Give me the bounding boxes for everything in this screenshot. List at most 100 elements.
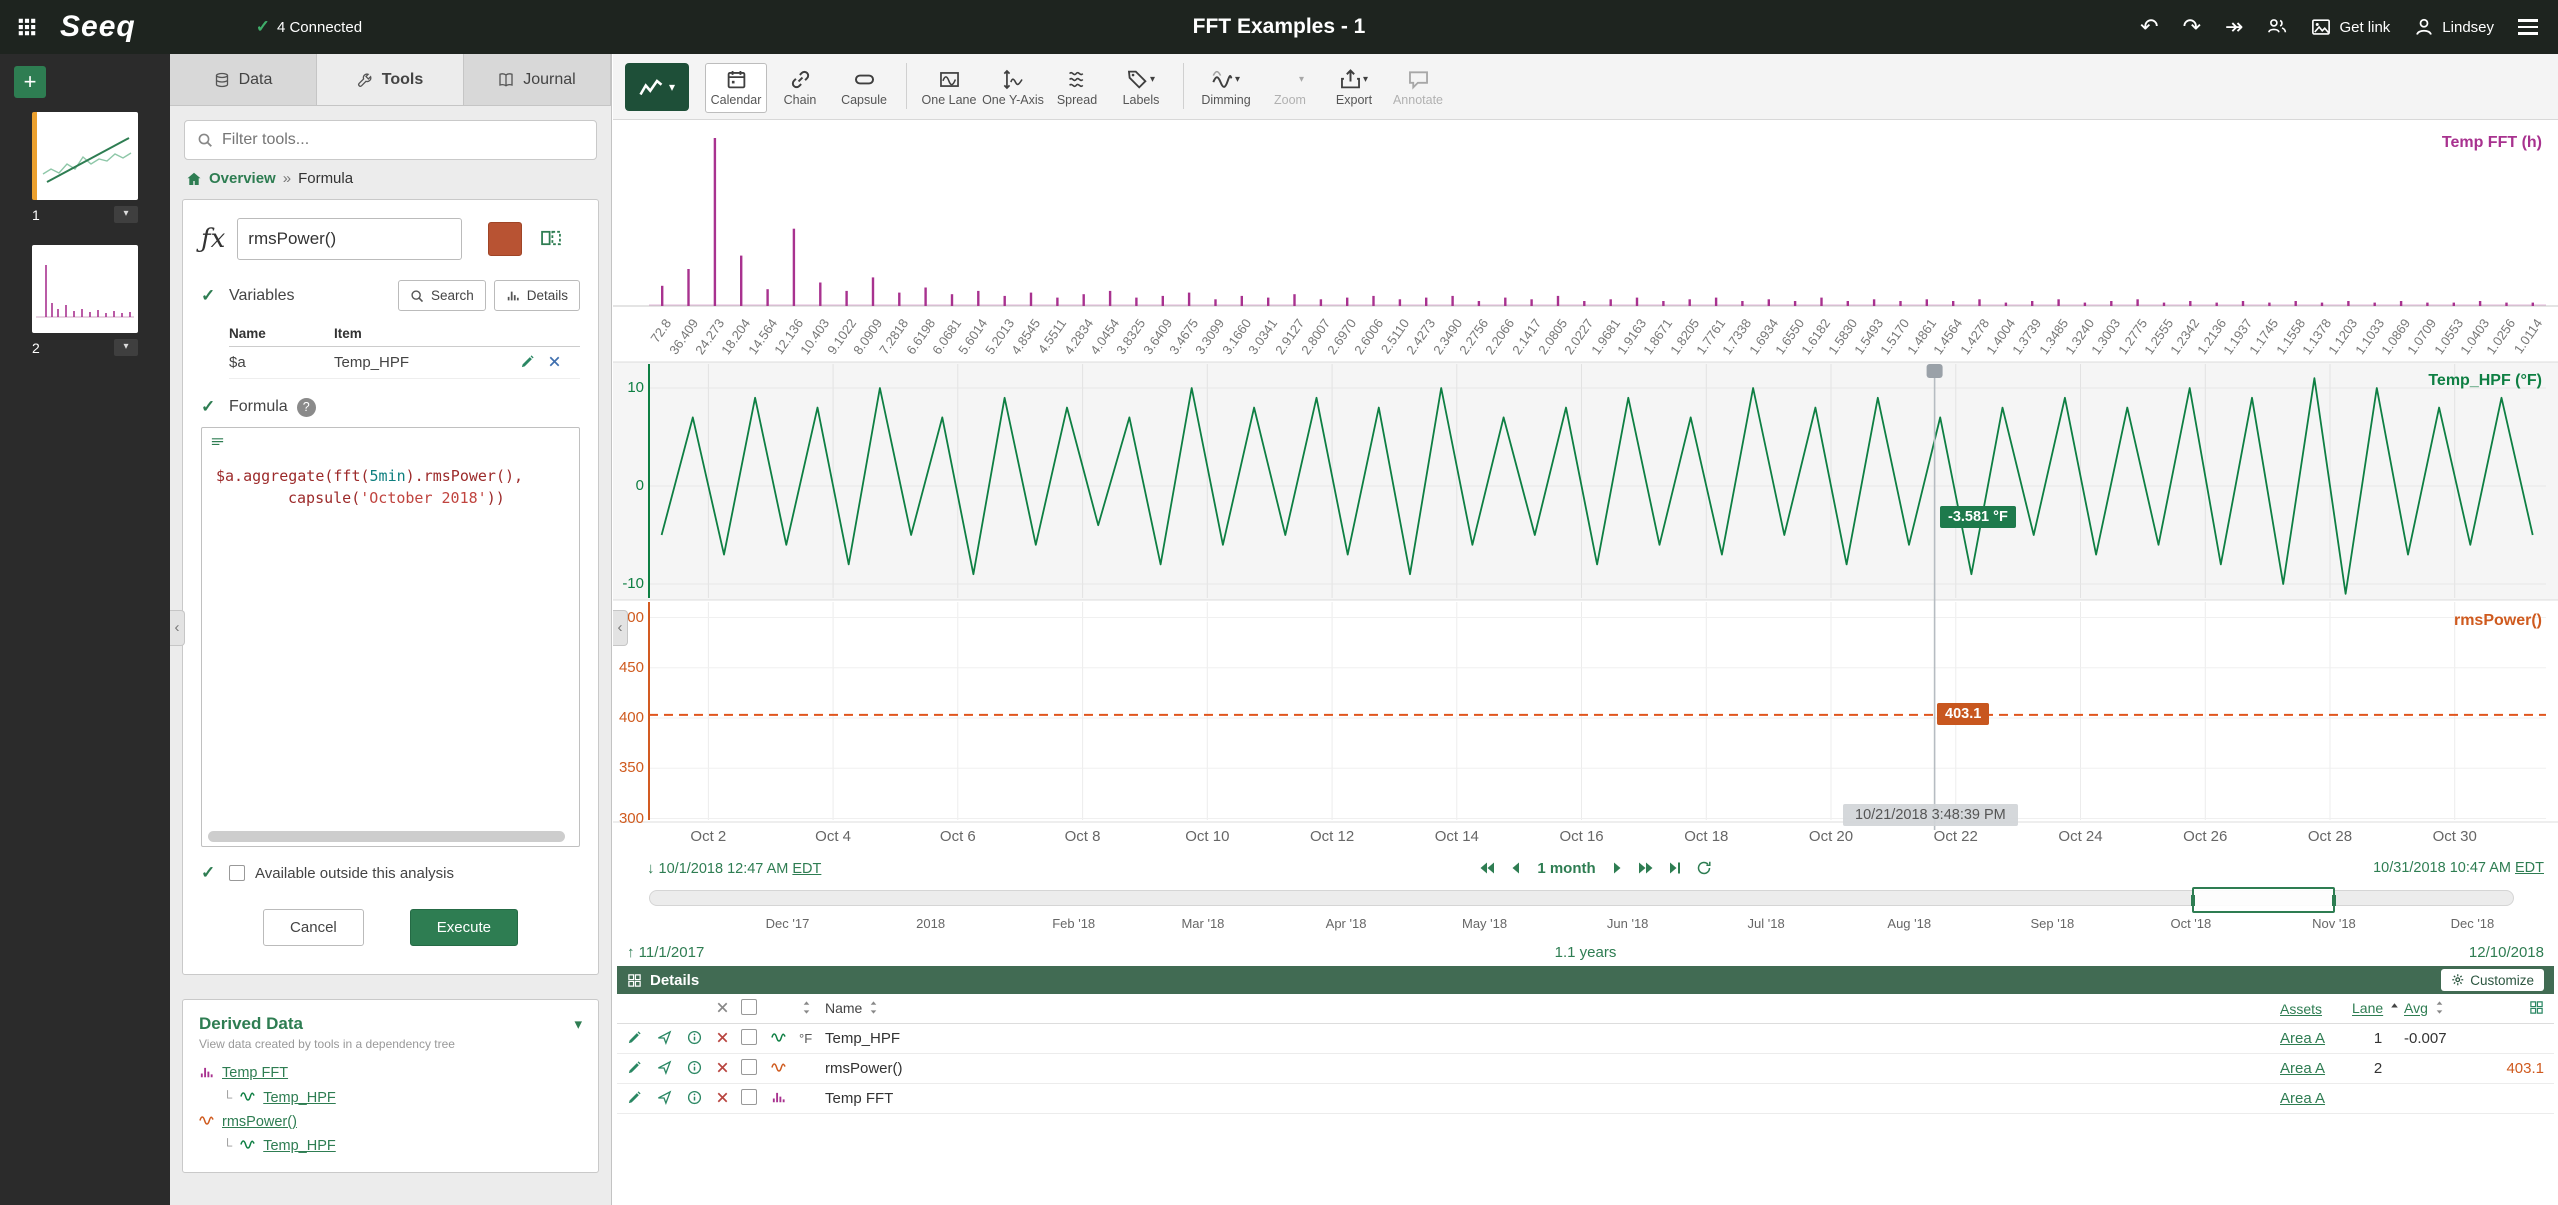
tab-tools[interactable]: Tools bbox=[317, 54, 464, 105]
info-icon[interactable] bbox=[687, 1060, 715, 1077]
item-name: Temp_HPF bbox=[825, 1030, 901, 1047]
color-swatch-button[interactable] bbox=[488, 222, 523, 256]
users-icon[interactable] bbox=[2267, 14, 2287, 40]
editor-scrollbar[interactable] bbox=[208, 831, 565, 843]
remove-all-icon[interactable] bbox=[715, 1000, 741, 1016]
toolbar-button-one-lane[interactable]: One Lane bbox=[918, 63, 980, 113]
chart-canvas[interactable] bbox=[613, 120, 2558, 854]
get-link-button[interactable]: Get link bbox=[2311, 17, 2390, 37]
formula-name-input[interactable] bbox=[237, 218, 463, 260]
asset-link[interactable]: Area A bbox=[2280, 1030, 2352, 1047]
toolbar-button-spread[interactable]: Spread bbox=[1046, 63, 1108, 113]
collapse-caret-icon[interactable]: ▾ bbox=[574, 1015, 582, 1033]
journal-icon bbox=[498, 72, 514, 88]
worksheet-thumbnail-1[interactable] bbox=[32, 112, 138, 200]
toolbar-button-dimming[interactable]: ▾ Dimming bbox=[1195, 63, 1257, 113]
help-icon[interactable]: ? bbox=[296, 397, 316, 417]
sort-icon[interactable] bbox=[799, 1000, 825, 1016]
variables-details-button[interactable]: Details bbox=[493, 280, 580, 311]
chart-icon bbox=[506, 289, 520, 303]
timezone-link[interactable]: EDT bbox=[2515, 860, 2544, 876]
edit-item-icon[interactable] bbox=[627, 1060, 657, 1077]
app-switcher-icon[interactable] bbox=[0, 0, 54, 54]
step-size-button[interactable]: 1 month bbox=[1537, 860, 1595, 877]
toolbar-button-chain[interactable]: Chain bbox=[769, 63, 831, 113]
send-item-icon[interactable] bbox=[657, 1030, 687, 1047]
jump-back-icon[interactable] bbox=[1479, 860, 1495, 876]
variables-search-button[interactable]: Search bbox=[397, 280, 486, 311]
collapse-panel-icon[interactable]: ‹ bbox=[613, 610, 628, 646]
remove-item-icon[interactable] bbox=[715, 1060, 741, 1077]
remove-item-icon[interactable] bbox=[715, 1030, 741, 1047]
derived-item-child: └ Temp_HPF bbox=[223, 1089, 336, 1106]
remove-variable-icon[interactable] bbox=[547, 354, 562, 371]
jump-to-end-icon[interactable] bbox=[1667, 860, 1683, 876]
send-item-icon[interactable] bbox=[657, 1090, 687, 1107]
timeline-duration: 1.1 years bbox=[1554, 943, 1617, 961]
asset-link[interactable]: Area A bbox=[2280, 1090, 2352, 1107]
trend-charts[interactable]: Temp FFT (h) Temp_HPF (°F) rmsPower() 10 0 -1… bbox=[613, 120, 2558, 854]
toolbar-button-export[interactable]: ▾ Export bbox=[1323, 63, 1385, 113]
filter-tools-input[interactable] bbox=[222, 131, 584, 149]
avg-column-link[interactable]: Avg bbox=[2404, 1001, 2428, 1017]
select-all-checkbox[interactable] bbox=[741, 999, 757, 1015]
toolbar-button-zoom: ▾ Zoom bbox=[1274, 73, 1306, 107]
toolbar-button-labels[interactable]: ▾ Labels bbox=[1110, 63, 1172, 113]
home-icon[interactable] bbox=[186, 171, 202, 187]
toolbar-button-capsule[interactable]: Capsule bbox=[833, 63, 895, 113]
refresh-icon[interactable] bbox=[1696, 860, 1712, 876]
step-back-icon[interactable] bbox=[1508, 860, 1524, 876]
hamburger-menu-icon[interactable] bbox=[2518, 19, 2538, 35]
timeline-selection[interactable] bbox=[2190, 887, 2336, 913]
assets-column-link[interactable]: Assets bbox=[2280, 1001, 2352, 1017]
edit-item-icon[interactable] bbox=[627, 1090, 657, 1107]
customize-button[interactable]: Customize bbox=[2440, 969, 2544, 991]
toolbar-button-one-y-axis[interactable]: One Y-Axis bbox=[982, 63, 1044, 113]
breadcrumb-overview-link[interactable]: Overview bbox=[209, 170, 276, 187]
worksheet-1-menu-caret-icon[interactable]: ▾ bbox=[114, 206, 138, 223]
send-item-icon[interactable] bbox=[657, 1060, 687, 1077]
execute-button[interactable]: Execute bbox=[409, 909, 518, 947]
row-checkbox[interactable] bbox=[741, 1058, 757, 1075]
undo-icon[interactable]: ↶ bbox=[2140, 14, 2158, 40]
redo-icon[interactable]: ↷ bbox=[2183, 14, 2201, 40]
timezone-link[interactable]: EDT bbox=[792, 861, 821, 877]
view-mode-dropdown[interactable]: ▾ bbox=[625, 62, 689, 111]
editor-lines-icon[interactable] bbox=[210, 436, 225, 451]
formula-code[interactable]: $a.aggregate(fft(5min).rmsPower(), capsul… bbox=[202, 458, 579, 510]
remove-item-icon[interactable] bbox=[715, 1090, 741, 1107]
x-tick-label: Oct 26 bbox=[2183, 828, 2228, 845]
database-icon bbox=[214, 72, 230, 88]
worksheet-2-menu-caret-icon[interactable]: ▾ bbox=[114, 339, 138, 356]
row-checkbox[interactable] bbox=[741, 1088, 757, 1105]
present-icon[interactable]: ↠ bbox=[2225, 14, 2243, 40]
sort-up-icon[interactable] bbox=[2387, 1001, 2402, 1017]
edit-variable-icon[interactable] bbox=[520, 354, 535, 371]
add-worksheet-button[interactable]: + bbox=[14, 66, 46, 98]
formula-editor[interactable]: $a.aggregate(fft(5min).rmsPower(), capsul… bbox=[201, 427, 580, 848]
info-icon[interactable] bbox=[687, 1090, 715, 1107]
edit-item-icon[interactable] bbox=[627, 1030, 657, 1047]
timeline-tick-label: Apr '18 bbox=[1325, 916, 1367, 931]
toolbar-button-calendar[interactable]: Calendar bbox=[705, 62, 767, 113]
checkbox-icon[interactable] bbox=[229, 865, 245, 882]
timeline-track[interactable] bbox=[649, 887, 2514, 913]
split-view-icon[interactable] bbox=[534, 222, 568, 256]
asset-link[interactable]: Area A bbox=[2280, 1060, 2352, 1077]
tab-data[interactable]: Data bbox=[170, 54, 317, 105]
sort-icon[interactable] bbox=[866, 1005, 881, 1017]
tab-journal[interactable]: Journal bbox=[464, 54, 611, 105]
step-forward-icon[interactable] bbox=[1609, 860, 1625, 876]
available-outside-checkbox[interactable]: Available outside this analysis bbox=[229, 865, 454, 882]
row-checkbox[interactable] bbox=[741, 1028, 757, 1045]
user-menu[interactable]: Lindsey bbox=[2414, 17, 2494, 37]
info-icon[interactable] bbox=[687, 1030, 715, 1047]
lane-column-link[interactable]: Lane bbox=[2352, 1001, 2383, 1017]
sort-icon[interactable] bbox=[2432, 1005, 2447, 1017]
collapse-rail-icon[interactable]: ‹ bbox=[170, 610, 185, 646]
jump-forward-icon[interactable] bbox=[1638, 860, 1654, 876]
table-options-icon[interactable] bbox=[2466, 1000, 2544, 1016]
timeline-tick-label: May '18 bbox=[1461, 916, 1508, 931]
cancel-button[interactable]: Cancel bbox=[263, 909, 364, 947]
worksheet-thumbnail-2[interactable] bbox=[32, 245, 138, 333]
